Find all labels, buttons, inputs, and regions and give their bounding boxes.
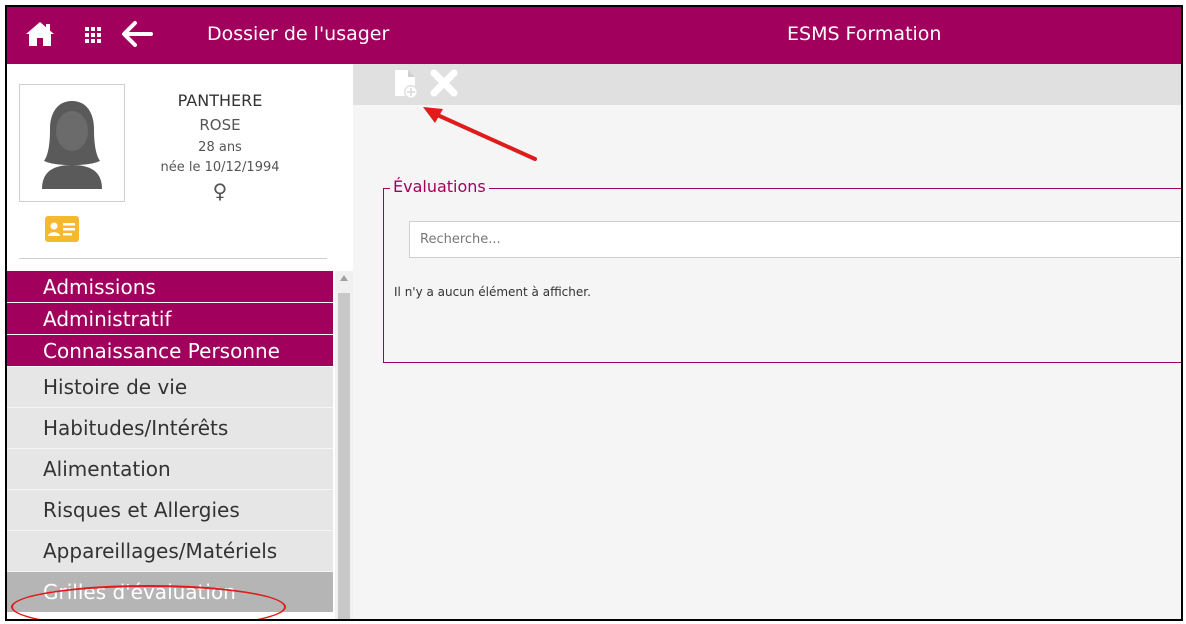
- scroll-up-icon[interactable]: [340, 275, 348, 281]
- toolbar: [353, 64, 1181, 105]
- sidebar-item-histoire-de-vie[interactable]: Histoire de vie: [7, 367, 333, 408]
- patient-last-name: PANTHERE: [177, 91, 263, 110]
- female-icon: ♀: [212, 179, 228, 203]
- sidebar-item-habitudes-interets[interactable]: Habitudes/Intérêts: [7, 408, 333, 449]
- sidebar-item-admissions[interactable]: Admissions: [7, 271, 333, 303]
- sidebar-item-appareillages-materiels[interactable]: Appareillages/Matériels: [7, 531, 333, 572]
- patient-age: 28 ans: [198, 140, 242, 155]
- new-document-icon[interactable]: [393, 68, 421, 104]
- sidebar-item-connaissance-personne[interactable]: Connaissance Personne: [7, 335, 333, 367]
- evaluations-legend: Évaluations: [390, 177, 489, 196]
- scrollbar-thumb[interactable]: [338, 293, 350, 619]
- empty-message: Il n'y a aucun élément à afficher.: [394, 285, 591, 299]
- top-bar: Dossier de l'usager ESMS Formation: [7, 7, 1181, 64]
- delete-icon[interactable]: [429, 68, 459, 104]
- sidebar-scrollbar[interactable]: [335, 271, 353, 619]
- search-input[interactable]: [409, 221, 1181, 258]
- sidebar-item-administratif[interactable]: Administratif: [7, 303, 333, 335]
- page-title: Dossier de l'usager: [207, 23, 390, 45]
- evaluations-panel: Évaluations Il n'y a aucun élément à aff…: [383, 177, 1181, 363]
- organization-title: ESMS Formation: [787, 23, 942, 45]
- patient-first-name: ROSE: [199, 116, 241, 134]
- sidebar-item-risques-allergies[interactable]: Risques et Allergies: [7, 490, 333, 531]
- patient-profile: PANTHERE ROSE 28 ans née le 10/12/1994 ♀: [7, 64, 353, 269]
- divider: [19, 258, 327, 259]
- sidebar-item-alimentation[interactable]: Alimentation: [7, 449, 333, 490]
- sidebar-menu: Admissions Administratif Connaissance Pe…: [7, 271, 333, 613]
- patient-birth-date: née le 10/12/1994: [160, 160, 280, 175]
- back-arrow-icon[interactable]: [121, 20, 153, 52]
- apps-grid-icon[interactable]: [85, 27, 101, 47]
- sidebar: PANTHERE ROSE 28 ans née le 10/12/1994 ♀…: [7, 64, 353, 619]
- app-window: Dossier de l'usager ESMS Formation PANTH…: [5, 5, 1183, 621]
- annotation-arrow-icon: [423, 107, 537, 161]
- annotation-ellipse: [11, 585, 286, 619]
- avatar: [19, 84, 125, 202]
- home-icon[interactable]: [25, 20, 55, 52]
- id-card-icon[interactable]: [45, 216, 79, 246]
- main-content: Évaluations Il n'y a aucun élément à aff…: [353, 105, 1181, 619]
